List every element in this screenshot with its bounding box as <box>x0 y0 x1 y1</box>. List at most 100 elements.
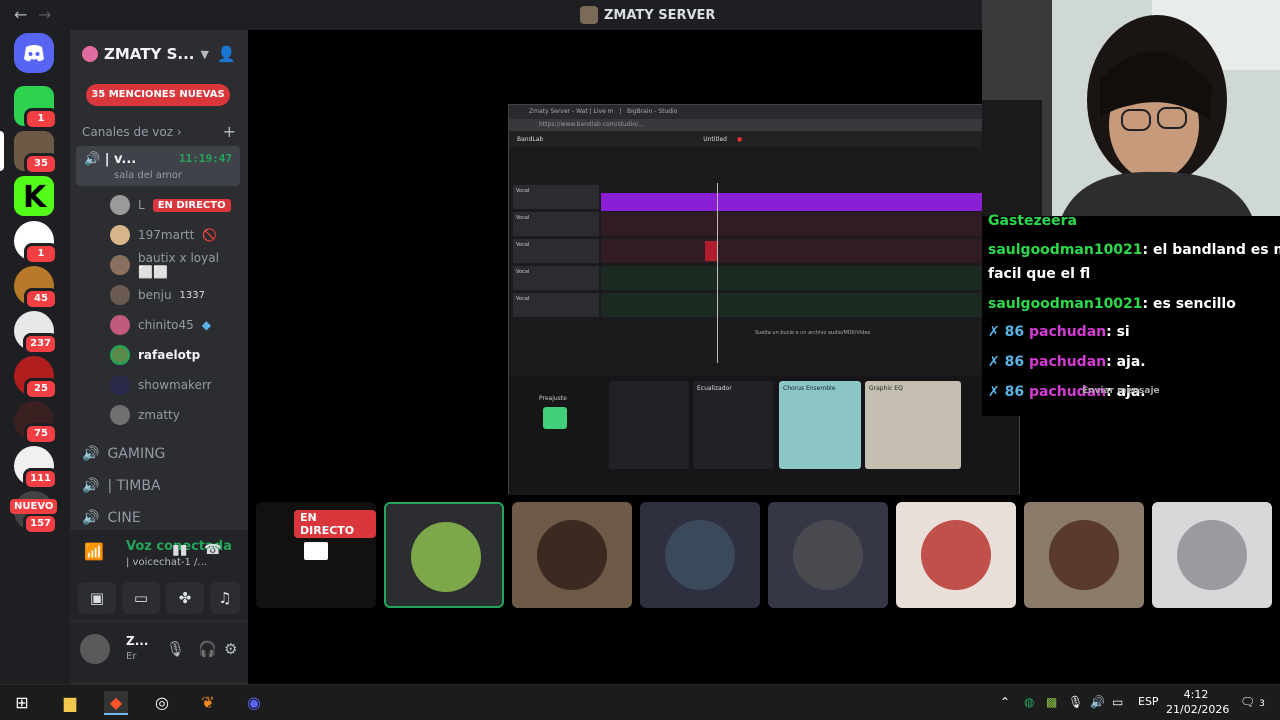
voice-channel-name: 🔊 | v... <box>84 152 137 167</box>
browser-tab: Zmaty Server - Wat | Live m <box>529 108 614 115</box>
browser-tab: BigBrain - Studio <box>626 108 678 115</box>
live-badge: EN DIRECTO <box>294 510 376 538</box>
settings-gear-icon[interactable]: ⚙ <box>224 640 237 658</box>
tray-chevron-icon[interactable]: ⌃ <box>1000 695 1010 709</box>
server-dark-icon[interactable]: 75 <box>14 401 58 445</box>
participant-tile[interactable] <box>1024 502 1144 608</box>
category-voice-channels[interactable]: Canales de voz › <box>82 125 182 139</box>
add-member-icon[interactable]: 👤 <box>217 45 236 63</box>
windows-start-icon[interactable]: ⊞ <box>10 691 34 715</box>
new-mentions-banner[interactable]: 35 MENCIONES NUEVAS <box>86 84 230 106</box>
tray-mic-icon[interactable]: 🎙 <box>1068 695 1083 709</box>
screen-share-icon[interactable]: ▭ <box>122 582 160 614</box>
server-kick-icon[interactable]: K <box>14 176 54 216</box>
voice-member[interactable]: rafaelotp <box>110 343 200 367</box>
voice-member[interactable]: showmakerr <box>110 373 212 397</box>
chat-message: : aja. <box>1106 354 1146 370</box>
windows-taskbar: ⊞ ▆ ◆ ◎ ❦ ◉ ⌃ ◍ ▩ 🎙 🔊 ▭ ESP 4:12 21/02/20… <box>0 684 1280 720</box>
discord-taskbar-icon[interactable]: ◉ <box>242 691 266 715</box>
back-arrow-icon[interactable]: ← <box>14 5 27 24</box>
fl-studio-icon[interactable]: ❦ <box>196 691 220 715</box>
server-meme-icon[interactable]: 237 <box>14 311 58 355</box>
disconnect-icon[interactable]: ☎ <box>204 542 221 558</box>
audio-region <box>601 193 983 211</box>
add-channel-icon[interactable]: + <box>223 122 236 141</box>
camera-off-icon[interactable]: ▣ <box>78 582 116 614</box>
notification-icon[interactable]: 🗨 3 <box>1240 695 1265 709</box>
voice-member[interactable]: 197martt 🚫 <box>110 223 217 247</box>
server-red-icon[interactable]: 25 <box>14 356 58 400</box>
fx-slot-graphic-eq[interactable]: Graphic EQ <box>865 381 961 469</box>
channel-name: GAMING <box>107 446 166 462</box>
voice-channel-status: sala del amor <box>114 170 182 181</box>
speaker-icon: 🔊 <box>82 446 100 462</box>
member-name: benju <box>138 288 172 302</box>
avatar <box>110 315 130 335</box>
active-voice-channel[interactable]: 🔊 | v... 11:19:47 sala del amor <box>76 146 240 186</box>
tray-network-icon[interactable]: ▭ <box>1112 695 1123 709</box>
participant-tile[interactable] <box>640 502 760 608</box>
voice-channel-cine[interactable]: 🔊 CINE <box>82 506 141 530</box>
participant-tile[interactable] <box>512 502 632 608</box>
server-clock-icon[interactable]: 1 <box>14 221 58 265</box>
server-rail: 1 35 K 1 45 237 25 75 111 157 NUEVO <box>0 30 70 684</box>
tray-nvidia-icon[interactable]: ▩ <box>1046 695 1057 709</box>
participant-tile[interactable] <box>896 502 1016 608</box>
headphones-icon[interactable]: 🎧 <box>198 640 217 658</box>
tray-app-icon[interactable]: ◍ <box>1024 695 1034 709</box>
activities-icon[interactable]: ✤ <box>166 582 204 614</box>
track-lane <box>601 212 983 236</box>
server-troll-icon[interactable]: 111 <box>14 446 58 490</box>
server-header[interactable]: ZMATY S... ▼ 👤 <box>70 30 248 78</box>
avatar <box>665 520 735 590</box>
avatar <box>110 195 130 215</box>
member-name: L <box>138 198 145 212</box>
tray-volume-icon[interactable]: 🔊 <box>1090 695 1105 709</box>
microphone-icon[interactable]: 🎙 <box>166 640 185 658</box>
chat-line: saulgoodman10021: el bandland es mas <box>988 242 1280 258</box>
brave-browser-icon[interactable]: ◆ <box>104 691 128 715</box>
mention-badge: 45 <box>24 288 58 310</box>
taskbar-clock[interactable]: 4:12 21/02/2026 <box>1166 687 1229 717</box>
participant-tile-stream[interactable]: EN DIRECTO <box>256 502 376 608</box>
voice-member[interactable]: bautix x loyal ⬜⬜ <box>110 251 248 279</box>
tray-language[interactable]: ESP <box>1138 695 1159 708</box>
forward-arrow-icon[interactable]: → <box>38 5 51 24</box>
server-zmaty-icon[interactable]: 35 <box>0 131 58 175</box>
voice-member[interactable]: L EN DIRECTO <box>110 193 231 217</box>
member-name: bautix x loyal ⬜⬜ <box>138 251 219 279</box>
preset-tile[interactable] <box>543 407 567 429</box>
voice-member[interactable]: chinito45 ◆ <box>110 313 211 337</box>
participant-tile[interactable] <box>384 502 504 608</box>
gem-icon: ◆ <box>201 318 212 332</box>
fx-slot[interactable] <box>609 381 689 469</box>
signal-icon[interactable]: 📶 <box>84 542 104 561</box>
participant-tile[interactable] <box>768 502 888 608</box>
voice-member[interactable]: zmatty <box>110 403 180 427</box>
voice-member[interactable]: benju 1337 <box>110 283 205 307</box>
fx-slot-eq[interactable]: Ecualizador <box>693 381 773 469</box>
send-message-hint[interactable]: Enviar mensaje <box>1082 386 1160 396</box>
soundboard-icon[interactable]: ♫ <box>210 582 240 614</box>
fx-slot-chorus[interactable]: Chorus Ensemble <box>779 381 861 469</box>
noise-suppression-icon[interactable]: ▮▮ <box>172 542 187 558</box>
discord-home-icon[interactable] <box>14 33 54 73</box>
obs-icon[interactable]: ◎ <box>150 691 174 715</box>
file-explorer-icon[interactable]: ▆ <box>58 691 82 715</box>
fx-name: Chorus Ensemble <box>783 385 836 392</box>
user-avatar[interactable] <box>80 634 110 664</box>
track-header: Vocal <box>513 293 599 317</box>
chat-user: saulgoodman10021 <box>988 296 1143 312</box>
voice-channel-name-text: | v... <box>104 152 137 167</box>
screen-icon <box>304 542 328 560</box>
channel-name: | TIMBA <box>107 478 161 494</box>
voice-channel-sub: | voicechat-1 /... <box>126 557 207 568</box>
participant-tile[interactable] <box>1152 502 1272 608</box>
chat-user: pachudan <box>1028 324 1107 340</box>
voice-channel-timba[interactable]: 🔊 | TIMBA <box>82 474 161 498</box>
server-helmet-icon[interactable]: 45 <box>14 266 58 310</box>
stream-screenshare[interactable]: Zmaty Server - Wat | Live m | BigBrain -… <box>508 104 1020 495</box>
user-name[interactable]: Z... <box>126 634 148 648</box>
server-g-icon[interactable]: 1 <box>14 86 58 130</box>
voice-channel-gaming[interactable]: 🔊 GAMING <box>82 442 165 466</box>
